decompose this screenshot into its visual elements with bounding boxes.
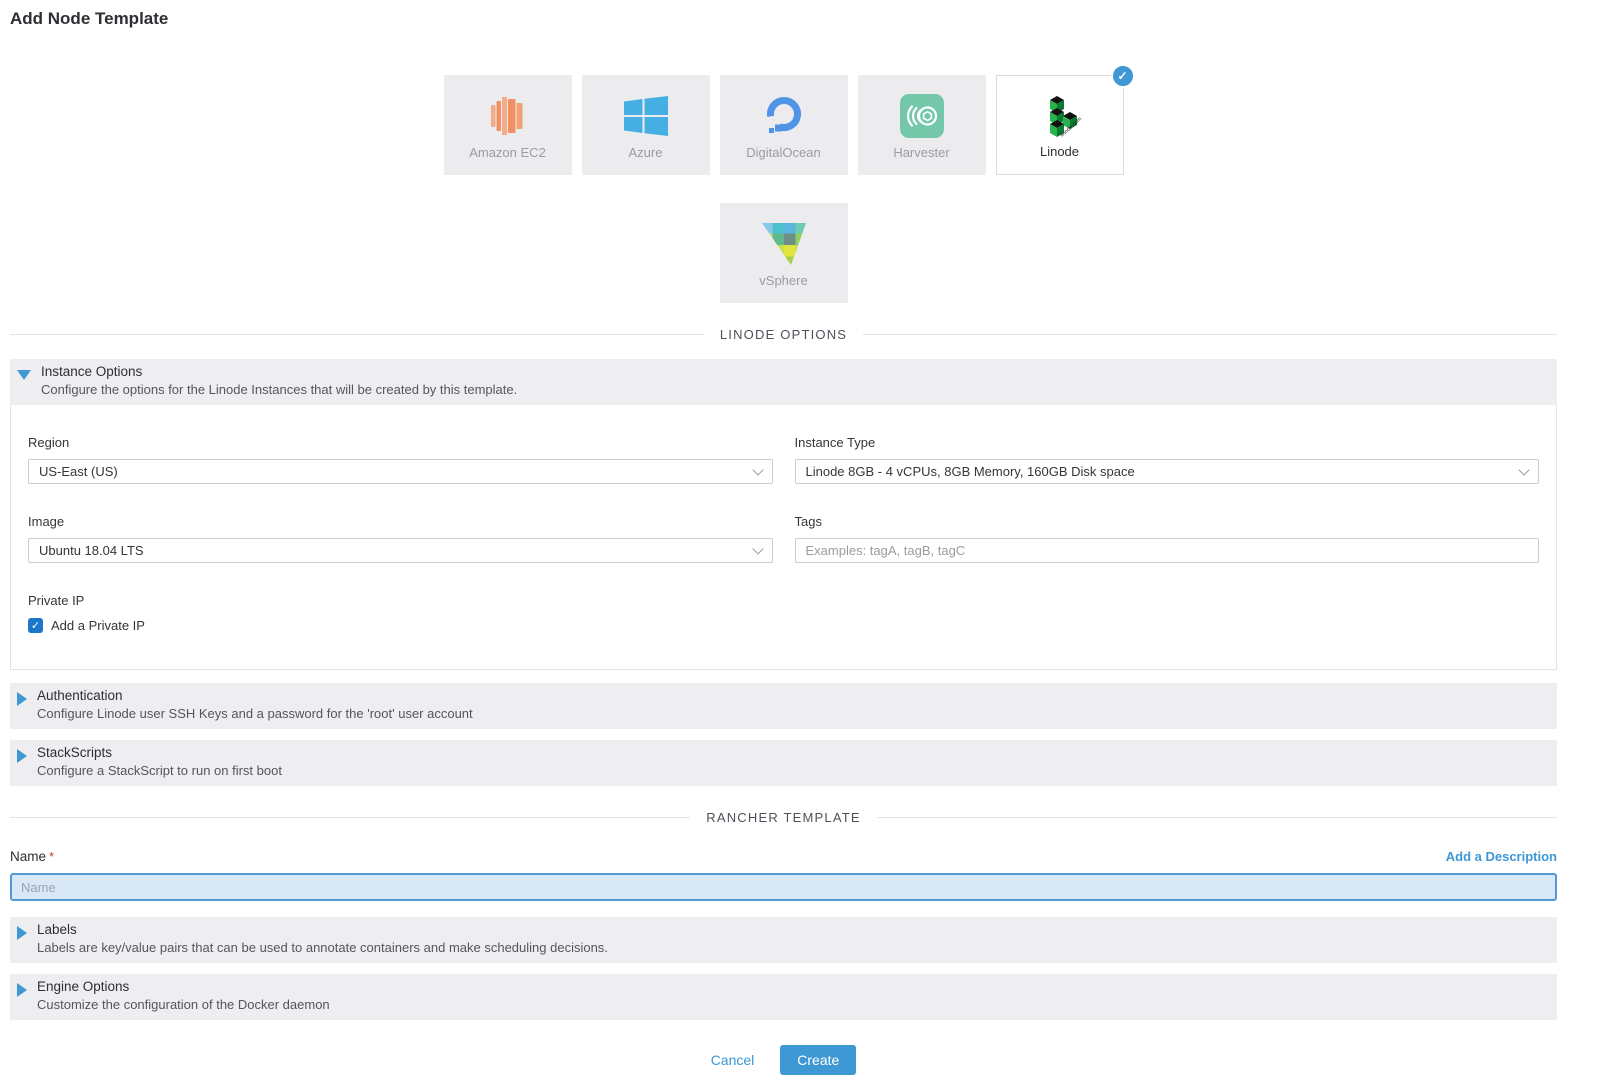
- selected-check-icon: ✓: [1111, 64, 1135, 88]
- accordion-title: Labels: [37, 922, 608, 937]
- amazon-ec2-logo-icon: [444, 91, 572, 141]
- provider-tile-label: Linode: [1040, 144, 1079, 159]
- provider-tile-digitalocean[interactable]: DigitalOcean: [720, 75, 848, 175]
- digitalocean-logo-icon: [720, 91, 848, 141]
- required-asterisk: *: [49, 849, 54, 864]
- accordion-title: Instance Options: [41, 364, 517, 379]
- image-label: Image: [28, 514, 773, 529]
- tags-label: Tags: [795, 514, 1540, 529]
- form-footer: Cancel Create: [10, 1045, 1557, 1075]
- accordion-subtitle: Configure a StackScript to run on first …: [37, 763, 282, 778]
- accordion-authentication[interactable]: Authentication Configure Linode user SSH…: [10, 683, 1557, 729]
- add-node-template-form: Amazon EC2 Azure DigitalO: [10, 0, 1557, 1075]
- instance-type-select-value: Linode 8GB - 4 vCPUs, 8GB Memory, 160GB …: [806, 464, 1135, 479]
- accordion-engine-options[interactable]: Engine Options Customize the configurati…: [10, 974, 1557, 1020]
- private-ip-checkbox-label: Add a Private IP: [51, 618, 145, 633]
- add-description-link[interactable]: Add a Description: [1446, 849, 1557, 864]
- linode-options-divider: LINODE OPTIONS: [10, 327, 1557, 342]
- provider-tile-label: Amazon EC2: [469, 145, 546, 160]
- accordion-stackscripts[interactable]: StackScripts Configure a StackScript to …: [10, 740, 1557, 786]
- harvester-logo-icon: [858, 91, 986, 141]
- caret-right-icon: [17, 926, 27, 940]
- accordion-title: StackScripts: [37, 745, 282, 760]
- tags-input[interactable]: [795, 538, 1540, 563]
- name-label-text: Name: [10, 849, 46, 864]
- accordion-title: Engine Options: [37, 979, 330, 994]
- accordion-subtitle: Customize the configuration of the Docke…: [37, 997, 330, 1012]
- provider-tile-linode[interactable]: ✓: [996, 75, 1124, 175]
- linode-options-divider-label: LINODE OPTIONS: [720, 327, 847, 342]
- name-field-header: Name* Add a Description: [10, 849, 1557, 864]
- provider-tile-vsphere[interactable]: vSphere: [720, 203, 848, 303]
- accordion-instance-options[interactable]: Instance Options Configure the options f…: [10, 359, 1557, 405]
- chevron-down-icon: [1518, 464, 1529, 475]
- accordion-subtitle: Configure Linode user SSH Keys and a pas…: [37, 706, 473, 721]
- tags-field: Tags: [795, 514, 1540, 563]
- provider-tile-label: Azure: [629, 145, 663, 160]
- image-select-value: Ubuntu 18.04 LTS: [39, 543, 144, 558]
- azure-logo-icon: [582, 91, 710, 141]
- provider-tiles-row-2: vSphere: [10, 203, 1557, 303]
- region-field: Region US-East (US): [28, 435, 773, 484]
- rancher-template-divider-label: RANCHER TEMPLATE: [706, 810, 861, 825]
- checkmark-icon: ✓: [31, 619, 40, 632]
- chevron-down-icon: [752, 464, 763, 475]
- provider-tile-label: Harvester: [893, 145, 949, 160]
- caret-right-icon: [17, 749, 27, 763]
- provider-tile-harvester[interactable]: Harvester: [858, 75, 986, 175]
- private-ip-checkbox[interactable]: ✓: [28, 618, 43, 633]
- vsphere-logo-icon: [720, 219, 848, 269]
- rancher-template-divider: RANCHER TEMPLATE: [10, 810, 1557, 825]
- accordion-title: Authentication: [37, 688, 473, 703]
- provider-tile-azure[interactable]: Azure: [582, 75, 710, 175]
- linode-logo-icon: linode.com: [997, 92, 1123, 142]
- private-ip-label: Private IP: [28, 593, 1539, 608]
- accordion-subtitle: Labels are key/value pairs that can be u…: [37, 940, 608, 955]
- provider-tile-label: vSphere: [759, 273, 807, 288]
- checkmark-glyph: ✓: [1117, 69, 1127, 83]
- image-field: Image Ubuntu 18.04 LTS: [28, 514, 773, 563]
- region-select[interactable]: US-East (US): [28, 459, 773, 484]
- instance-options-body: Region US-East (US) Instance Type Linode…: [10, 405, 1557, 670]
- accordion-subtitle: Configure the options for the Linode Ins…: [41, 382, 517, 397]
- instance-type-field: Instance Type Linode 8GB - 4 vCPUs, 8GB …: [795, 435, 1540, 484]
- provider-tile-label: DigitalOcean: [746, 145, 820, 160]
- region-label: Region: [28, 435, 773, 450]
- image-select[interactable]: Ubuntu 18.04 LTS: [28, 538, 773, 563]
- provider-tiles-row-1: Amazon EC2 Azure DigitalO: [10, 75, 1557, 175]
- instance-type-label: Instance Type: [795, 435, 1540, 450]
- accordion-labels[interactable]: Labels Labels are key/value pairs that c…: [10, 917, 1557, 963]
- create-button[interactable]: Create: [780, 1045, 856, 1075]
- caret-right-icon: [17, 983, 27, 997]
- name-label: Name*: [10, 849, 54, 864]
- private-ip-checkbox-row[interactable]: ✓ Add a Private IP: [28, 618, 1539, 633]
- provider-tile-amazon-ec2[interactable]: Amazon EC2: [444, 75, 572, 175]
- caret-right-icon: [17, 692, 27, 706]
- chevron-down-icon: [752, 543, 763, 554]
- caret-down-icon: [17, 370, 31, 380]
- name-input[interactable]: [10, 873, 1557, 901]
- instance-type-select[interactable]: Linode 8GB - 4 vCPUs, 8GB Memory, 160GB …: [795, 459, 1540, 484]
- region-select-value: US-East (US): [39, 464, 118, 479]
- private-ip-field: Private IP ✓ Add a Private IP: [28, 593, 1539, 633]
- cancel-button[interactable]: Cancel: [711, 1052, 755, 1068]
